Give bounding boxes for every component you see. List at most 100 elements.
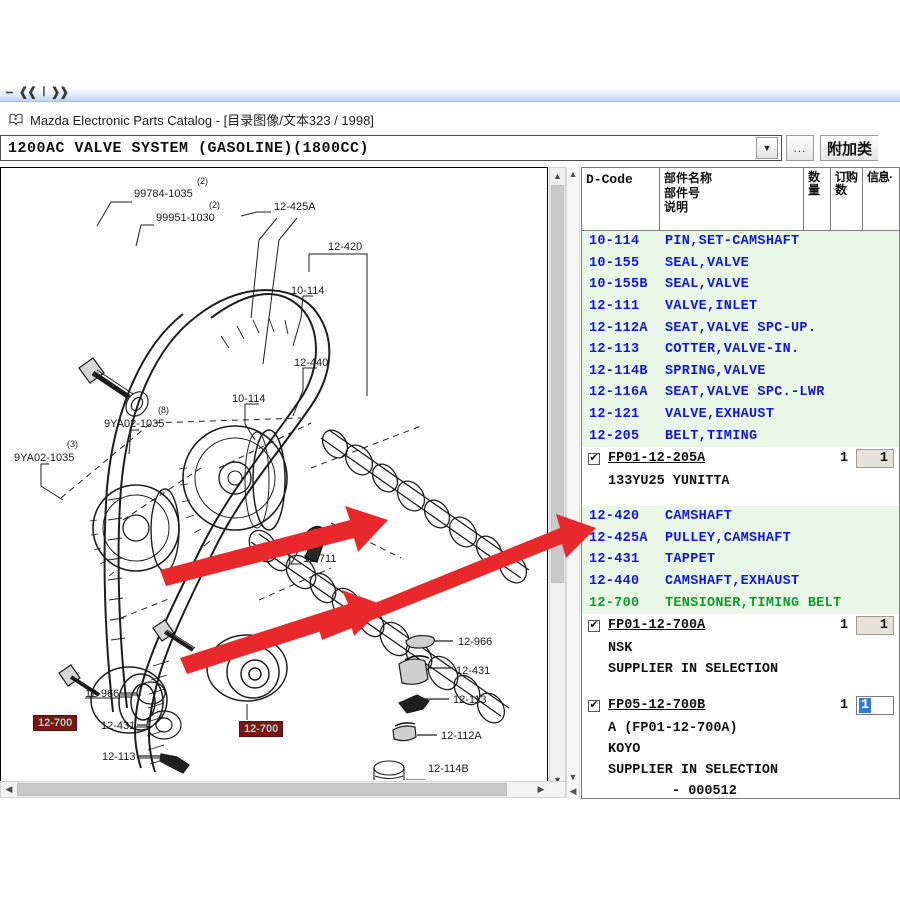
column-header-order-qty: 订购数: [831, 168, 863, 230]
assembly-code-combo[interactable]: 1200AC VALVE SYSTEM (GASOLINE)(1800CC) ▼: [0, 135, 782, 161]
part-detail-block: ✔FP05-12-700B11A (FP01-12-700A)KOYOSUPPL…: [582, 694, 899, 799]
table-row[interactable]: 12-111VALVE,INLET: [582, 296, 899, 318]
part-description: SEAL,VALVE: [660, 277, 899, 292]
diagram-label: 99951-1030: [156, 212, 215, 224]
diagram-label: 12-113: [102, 751, 135, 763]
title-bar: Mazda Electronic Parts Catalog - [目录图像/文…: [0, 106, 900, 132]
diagram-label: 10-114: [232, 393, 265, 405]
diagram-label-qty: (3): [67, 439, 78, 449]
part-description: SEAT,VALVE SPC.-LWR: [660, 385, 899, 400]
splitter-down-icon[interactable]: ▼: [567, 770, 579, 784]
diagram-label: 12-431: [456, 665, 490, 677]
diagram-label-qty: (8): [158, 405, 169, 415]
table-row[interactable]: 12-420CAMSHAFT: [582, 506, 899, 528]
row-spacer: [582, 680, 899, 694]
part-dcode: 12-116A: [582, 385, 660, 400]
parts-table: D-Code 部件名称部件号说明 数量 订购数 信息· 10-114PIN,SE…: [581, 167, 900, 799]
table-row[interactable]: 12-113COTTER,VALVE-IN.: [582, 339, 899, 361]
part-number-row[interactable]: ✔FP01-12-205A11: [582, 447, 899, 471]
splitter-up-icon[interactable]: ▲: [567, 167, 579, 181]
part-detail-block: ✔FP01-12-700A11NSKSUPPLIER IN SELECTION: [582, 614, 899, 680]
table-row[interactable]: 12-116ASEAT,VALVE SPC.-LWR: [582, 382, 899, 404]
row-checkbox-cell[interactable]: ✔: [582, 453, 608, 465]
catalog-window: ⎯ ❮❮ ❘ ❯❯ Mazda Electronic Parts Catalog…: [0, 0, 900, 900]
table-row[interactable]: 12-205BELT,TIMING: [582, 425, 899, 447]
pane-splitter-scrollbar[interactable]: ▲ ▼ ◀: [566, 167, 580, 798]
highlighted-part-label: 12-700: [33, 715, 77, 731]
part-description: PIN,SET-CAMSHAFT: [660, 234, 899, 249]
checkmark-icon[interactable]: ✔: [588, 700, 600, 712]
part-description: PULLEY,CAMSHAFT: [660, 531, 899, 546]
diagram-canvas: 99784-1035 (2) 99951-1030 (2) 12-425A 12…: [1, 168, 547, 768]
part-note: A (FP01-12-700A): [582, 718, 899, 739]
scroll-right-icon[interactable]: ▶: [533, 782, 549, 797]
diagram-horizontal-scrollbar[interactable]: ◀ ▶: [0, 781, 566, 798]
part-number[interactable]: FP05-12-700B: [608, 698, 832, 713]
part-dcode: 12-440: [582, 574, 660, 589]
table-row[interactable]: 10-114PIN,SET-CAMSHAFT: [582, 231, 899, 253]
column-header-quantity: 数量: [804, 168, 831, 230]
part-description: CAMSHAFT: [660, 509, 899, 524]
row-checkbox-cell[interactable]: ✔: [582, 700, 608, 712]
part-dcode: 12-425A: [582, 531, 660, 546]
row-checkbox-cell[interactable]: ✔: [582, 620, 608, 632]
diagram-label: 12-966: [85, 688, 119, 700]
checkmark-icon[interactable]: ✔: [588, 620, 600, 632]
scroll-up-icon[interactable]: ▲: [550, 168, 565, 184]
diagram-vertical-scrollbar[interactable]: ▲ ▼: [549, 167, 566, 789]
table-row[interactable]: 12-121VALVE,EXHAUST: [582, 404, 899, 426]
column-header-dcode: D-Code: [582, 168, 660, 230]
part-description: VALVE,INLET: [660, 299, 899, 314]
diagram-label: 12-420: [328, 241, 362, 253]
part-dcode: 12-700: [582, 596, 660, 611]
order-quantity-input[interactable]: 1: [856, 696, 894, 715]
diagram-pane[interactable]: 99784-1035 (2) 99951-1030 (2) 12-425A 12…: [0, 167, 548, 789]
diagram-label: 12-711: [303, 553, 336, 565]
order-quantity-input[interactable]: 1: [856, 616, 894, 635]
part-dcode: 12-111: [582, 299, 660, 314]
part-description: SEAT,VALVE SPC-UP.: [660, 321, 899, 336]
part-group: 10-114PIN,SET-CAMSHAFT10-155SEAL,VALVE10…: [582, 231, 899, 447]
order-quantity-input[interactable]: 1: [856, 449, 894, 468]
part-dcode: 10-114: [582, 234, 660, 249]
part-number[interactable]: FP01-12-700A: [608, 618, 832, 633]
part-description: COTTER,VALVE-IN.: [660, 342, 899, 357]
horizontal-scroll-thumb[interactable]: [17, 783, 507, 796]
part-dcode: 12-114B: [582, 364, 660, 379]
vertical-scroll-thumb[interactable]: [551, 185, 564, 583]
table-row[interactable]: 12-700TENSIONER,TIMING BELT: [582, 592, 899, 614]
extra-category-button[interactable]: 附加类: [820, 135, 878, 161]
table-row[interactable]: 12-425APULLEY,CAMSHAFT: [582, 528, 899, 550]
table-row[interactable]: 10-155BSEAL,VALVE: [582, 274, 899, 296]
chevron-down-icon[interactable]: ▼: [756, 137, 778, 159]
checkmark-icon[interactable]: ✔: [588, 453, 600, 465]
diagram-label: 12-113: [453, 694, 486, 706]
part-description: CAMSHAFT,EXHAUST: [660, 574, 899, 589]
part-number[interactable]: FP01-12-205A: [608, 451, 832, 466]
table-row[interactable]: 12-431TAPPET: [582, 549, 899, 571]
part-note: SUPPLIER IN SELECTION: [582, 760, 899, 781]
part-description: SEAL,VALVE: [660, 256, 899, 271]
order-quantity-value: 1: [859, 698, 871, 713]
part-note: 133YU25 YUNITTA: [582, 471, 899, 492]
quantity-value: 1: [832, 451, 856, 466]
part-dcode: 10-155: [582, 256, 660, 271]
diagram-label: 12-114B: [428, 763, 469, 775]
part-dcode: 12-205: [582, 429, 660, 444]
part-dcode: 12-420: [582, 509, 660, 524]
window-title: Mazda Electronic Parts Catalog - [目录图像/文…: [30, 110, 374, 129]
table-row[interactable]: 10-155SEAL,VALVE: [582, 253, 899, 275]
table-row[interactable]: 12-114BSPRING,VALVE: [582, 361, 899, 383]
part-number-row[interactable]: ✔FP01-12-700A11: [582, 614, 899, 638]
part-number-row[interactable]: ✔FP05-12-700B11: [582, 694, 899, 718]
column-header-part-name: 部件名称部件号说明: [660, 168, 804, 230]
splitter-left-icon[interactable]: ◀: [567, 784, 579, 798]
scroll-left-icon[interactable]: ◀: [1, 782, 17, 797]
part-description: SPRING,VALVE: [660, 364, 899, 379]
browse-button[interactable]: ...: [786, 135, 814, 161]
table-row[interactable]: 12-112ASEAT,VALVE SPC-UP.: [582, 317, 899, 339]
toolbar-divider: [0, 101, 900, 102]
part-note: NSK: [582, 638, 899, 659]
table-body[interactable]: 10-114PIN,SET-CAMSHAFT10-155SEAL,VALVE10…: [582, 231, 899, 799]
table-row[interactable]: 12-440CAMSHAFT,EXHAUST: [582, 571, 899, 593]
